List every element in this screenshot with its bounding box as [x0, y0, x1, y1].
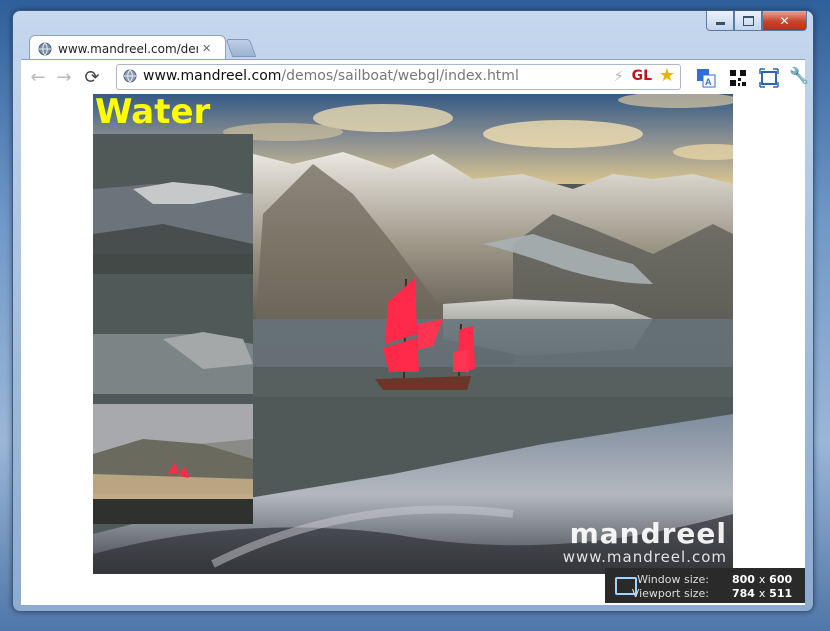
url-host: www.mandreel.com [143, 68, 282, 84]
tab-close-icon[interactable]: ✕ [202, 42, 211, 55]
browser-tab[interactable]: www.mandreel.com/demos/sailboat/webgl/in… [29, 35, 226, 61]
webgl-canvas[interactable]: Water mandreel www.mandreel.com [93, 94, 733, 574]
close-icon: ✕ [779, 13, 790, 28]
scene-graphic [93, 94, 733, 574]
browser-window: ✕ www.mandreel.com/demos/sailboat/webgl/… [12, 10, 814, 612]
translate-icon[interactable]: A [696, 68, 716, 88]
gl-extension-icon[interactable]: GL [632, 68, 652, 84]
browser-toolbar: ← → ⟳ www.mandreel.com/demos/sailboat/we… [21, 59, 809, 94]
tab-title: www.mandreel.com/demos/sailboat/webgl/in… [58, 41, 198, 56]
window-controls: ✕ [706, 11, 807, 31]
qr-code-icon[interactable] [728, 68, 748, 88]
url-path: /demos/sailboat/webgl/index.html [281, 68, 519, 84]
minimize-button[interactable] [706, 11, 734, 31]
window-size-overlay: Window size: 800 x 600 Viewport size: 78… [605, 568, 805, 603]
address-bar[interactable]: www.mandreel.com/demos/sailboat/webgl/in… [116, 64, 681, 90]
url-text[interactable]: www.mandreel.com/demos/sailboat/webgl/in… [143, 68, 519, 84]
reload-icon[interactable]: ⟳ [81, 66, 103, 88]
fullscreen-icon[interactable] [759, 68, 779, 88]
logo-url: www.mandreel.com [562, 548, 727, 566]
wrench-icon[interactable]: 🔧 [789, 66, 809, 86]
forward-arrow-icon[interactable]: → [53, 66, 75, 88]
window-size-value: 800 x 600 [732, 573, 793, 586]
viewport-size-value: 784 x 511 [732, 587, 793, 600]
window-size-label: Window size: [637, 573, 709, 586]
scene-title: Water [95, 94, 211, 132]
close-window-button[interactable]: ✕ [762, 11, 807, 31]
viewport-size-label: Viewport size: [631, 587, 709, 600]
logo-wordmark: mandreel [569, 517, 727, 550]
bolt-icon[interactable]: ⚡ [613, 67, 624, 85]
svg-text:A: A [705, 77, 712, 87]
star-icon[interactable]: ★ [659, 65, 675, 86]
maximize-button[interactable] [734, 11, 762, 31]
minimize-icon [715, 22, 725, 25]
globe-icon [38, 42, 52, 55]
new-tab-button[interactable] [225, 39, 257, 57]
mandreel-logo: mandreel www.mandreel.com [562, 517, 727, 567]
globe-icon [123, 69, 137, 83]
maximize-icon [742, 15, 754, 26]
back-arrow-icon[interactable]: ← [27, 66, 49, 88]
page-viewport: Water mandreel www.mandreel.com [21, 94, 805, 605]
